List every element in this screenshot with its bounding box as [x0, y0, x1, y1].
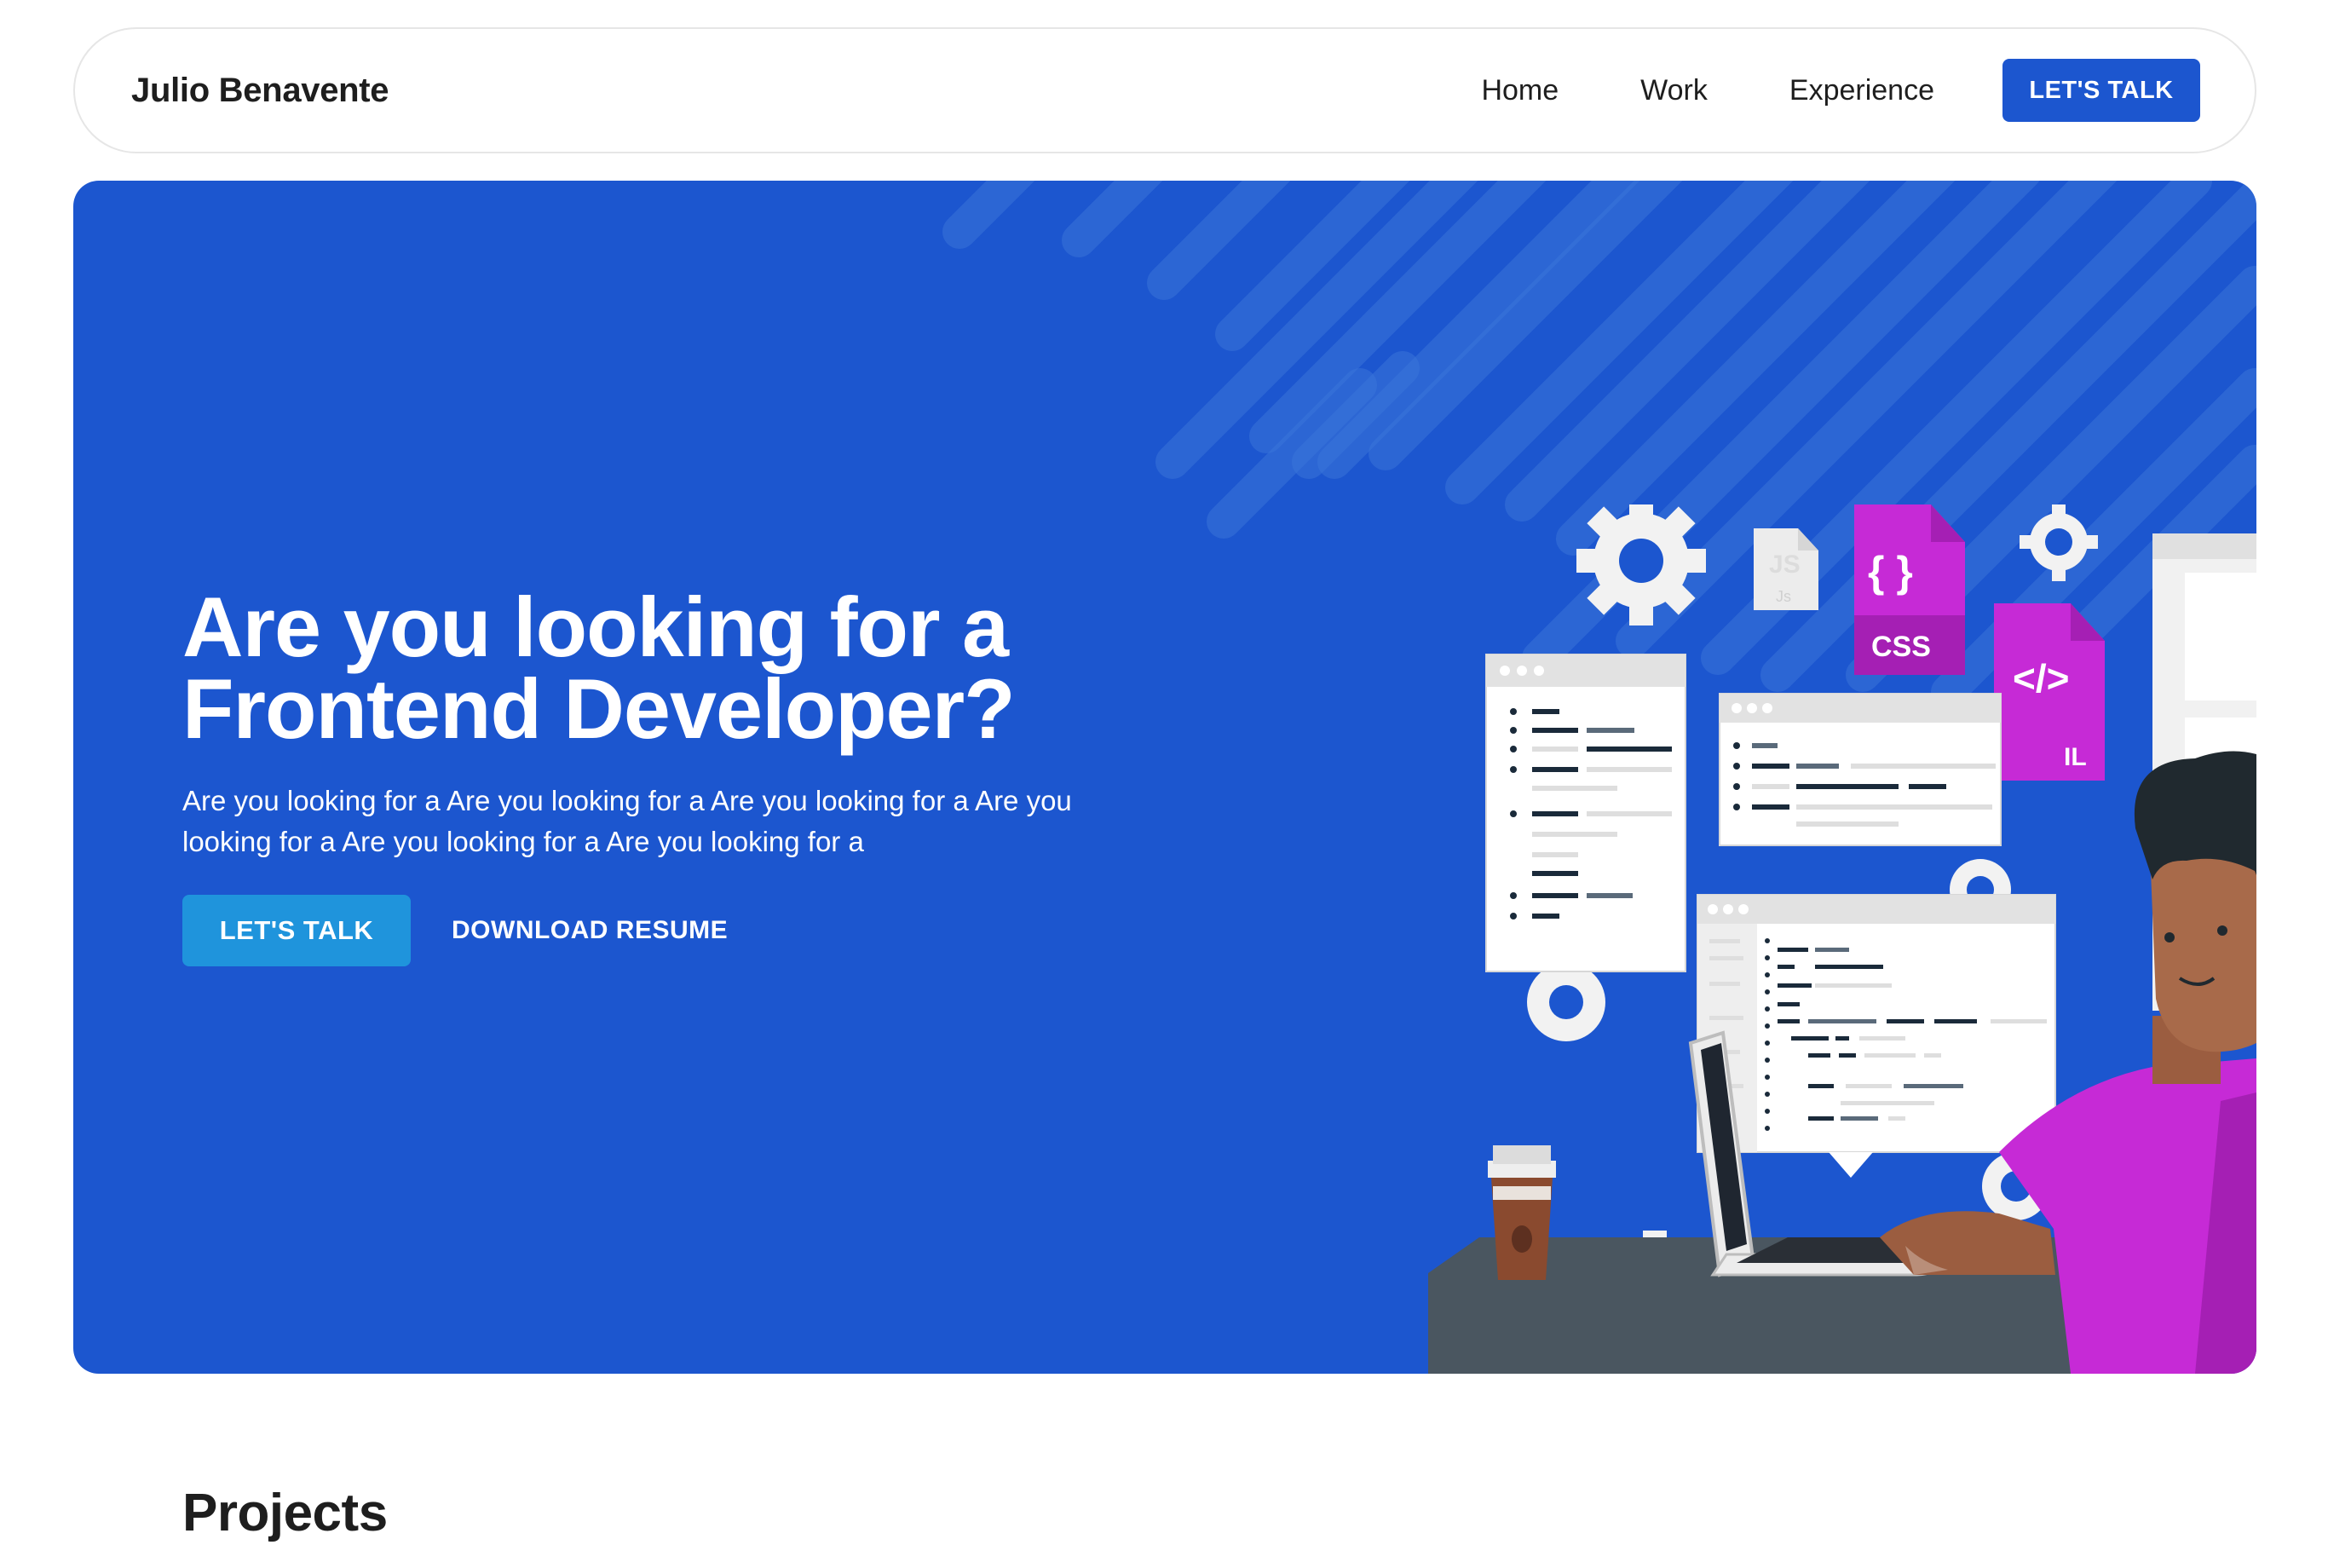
gear-icon [2020, 504, 2098, 581]
page: Julio Benavente Home Work Experience LET… [0, 0, 2328, 1568]
gear-icon [1527, 963, 1605, 1041]
desk [1428, 1273, 2093, 1374]
js-file-small-label: Js [1776, 588, 1791, 605]
html-file-glyph: </> [2013, 656, 2070, 700]
hero-actions: LET'S TALK DOWNLOAD RESUME [182, 895, 1205, 966]
hero-subtitle-line-1: Are you looking for a Are you looking fo… [182, 785, 1072, 816]
projects-heading: Projects [182, 1484, 388, 1542]
gear-icon [1576, 504, 1706, 625]
css-file-glyph: { } [1868, 548, 1913, 596]
nav-link-experience[interactable]: Experience [1789, 74, 1934, 107]
download-resume-button[interactable]: DOWNLOAD RESUME [452, 916, 728, 945]
nav-menu: Home Work Experience LET'S TALK [1481, 59, 2200, 122]
html-file-label: IL [2064, 743, 2087, 771]
hero-subtitle-line-2: looking for a Are you looking for a Are … [182, 826, 864, 857]
nav-lets-talk-button[interactable]: LET'S TALK [2002, 59, 2200, 122]
css-file-icon: { } CSS [1854, 504, 1965, 675]
css-file-label: CSS [1871, 631, 1931, 663]
hero-title-line-2: Frontend Developer? [182, 661, 1016, 756]
js-file-icon: JS Js [1754, 528, 1818, 610]
code-window-bottom [1697, 894, 2056, 1178]
hero-subtitle: Are you looking for a Are you looking fo… [182, 781, 1120, 862]
developer-illustration: JS Js { } CSS </> IL [1428, 504, 2256, 1374]
hero-section: Are you looking for a Frontend Developer… [73, 181, 2256, 1374]
html-file-icon: </> IL [1994, 603, 2105, 781]
nav-link-home[interactable]: Home [1481, 74, 1559, 107]
js-file-label: JS [1769, 551, 1801, 579]
hero-lets-talk-button[interactable]: LET'S TALK [182, 895, 411, 966]
hero-title: Are you looking for a Frontend Developer… [182, 585, 1205, 751]
code-window-middle [1719, 693, 2002, 846]
coffee-cup-icon [1488, 1145, 1556, 1280]
code-window-left [1485, 654, 1686, 972]
hero-title-line-1: Are you looking for a [182, 579, 1009, 674]
navbar: Julio Benavente Home Work Experience LET… [73, 27, 2256, 153]
hero-text-block: Are you looking for a Frontend Developer… [182, 585, 1205, 966]
nav-link-work[interactable]: Work [1640, 74, 1708, 107]
brand-name[interactable]: Julio Benavente [131, 72, 389, 110]
